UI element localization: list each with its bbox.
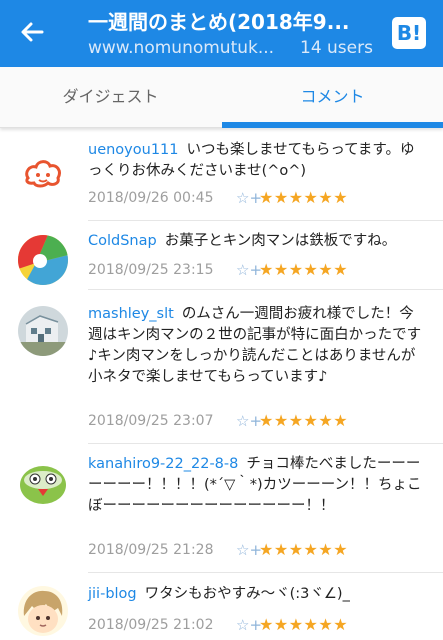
- comment-text: お菓子とキン肉マンは鉄板ですね。: [164, 233, 397, 249]
- comment-username[interactable]: uenoyou111: [88, 142, 179, 158]
- comment-body: uenoyou111 いつも楽しませてもらってます。ゆっくりお休みくださいませ(^…: [88, 140, 428, 182]
- comment-text: ワタシもおやすみ〜ヾ(:3ヾ∠)_: [144, 586, 350, 602]
- comment-username[interactable]: mashley_slt: [88, 306, 174, 322]
- source-url[interactable]: www.nomunomutuk...: [88, 38, 288, 58]
- divider: [88, 443, 443, 444]
- comment-date: 2018/09/26 00:45: [88, 190, 214, 206]
- back-arrow-icon[interactable]: [18, 18, 46, 46]
- tab-digest[interactable]: ダイジェスト: [0, 67, 221, 128]
- comment-meta: 2018/09/25 21:28 ☆+ ★★★★★★: [88, 540, 428, 562]
- comment-body: kanahiro9-22_22-8-8 チョコ棒たべましたーーーーーーー！！！！(…: [88, 454, 428, 517]
- comment-meta: 2018/09/26 00:45 ☆+ ★★★★★★: [88, 188, 428, 210]
- avatar[interactable]: [18, 586, 68, 636]
- avatar[interactable]: [18, 458, 68, 508]
- star-rating: ★★★★★★: [259, 615, 349, 634]
- comment-username[interactable]: jii-blog: [88, 586, 137, 602]
- comment-date: 2018/09/25 21:28: [88, 542, 214, 558]
- bookmark-button[interactable]: B!: [392, 17, 426, 49]
- divider: [88, 220, 443, 221]
- star-rating: ★★★★★★: [259, 540, 349, 559]
- avatar[interactable]: [18, 306, 68, 356]
- comment-date: 2018/09/25 23:15: [88, 262, 214, 278]
- comment-username[interactable]: kanahiro9-22_22-8-8: [88, 456, 238, 472]
- app-header: 一週間のまとめ(2018年9... www.nomunomutuk... 14 …: [0, 0, 443, 67]
- page-title: 一週間のまとめ(2018年9...: [88, 10, 350, 34]
- comment-date: 2018/09/25 23:07: [88, 413, 214, 429]
- users-count[interactable]: 14 users: [300, 38, 373, 58]
- star-rating: ★★★★★★: [259, 260, 349, 279]
- tab-bar: ダイジェスト コメント: [0, 67, 443, 128]
- comment-body: ColdSnap お菓子とキン肉マンは鉄板ですね。: [88, 231, 428, 252]
- divider: [88, 572, 443, 573]
- comment-meta: 2018/09/25 23:15 ☆+ ★★★★★★: [88, 260, 428, 282]
- comment-username[interactable]: ColdSnap: [88, 233, 157, 249]
- tab-comments[interactable]: コメント: [222, 67, 443, 128]
- star-rating: ★★★★★★: [259, 188, 349, 207]
- avatar[interactable]: [18, 148, 68, 198]
- comment-body: mashley_slt のムさん一週間お疲れ様でした！今週はキン肉マンの２世の記事…: [88, 304, 428, 388]
- active-tab-indicator: [222, 122, 443, 128]
- comment-meta: 2018/09/25 23:07 ☆+ ★★★★★★: [88, 411, 428, 433]
- star-rating: ★★★★★★: [259, 411, 349, 430]
- comment-body: jii-blog ワタシもおやすみ〜ヾ(:3ヾ∠)_: [88, 584, 428, 605]
- divider: [88, 289, 443, 290]
- comment-date: 2018/09/25 21:02: [88, 617, 214, 633]
- comment-meta: 2018/09/25 21:02 ☆+ ★★★★★★: [88, 615, 428, 637]
- avatar[interactable]: [18, 235, 68, 285]
